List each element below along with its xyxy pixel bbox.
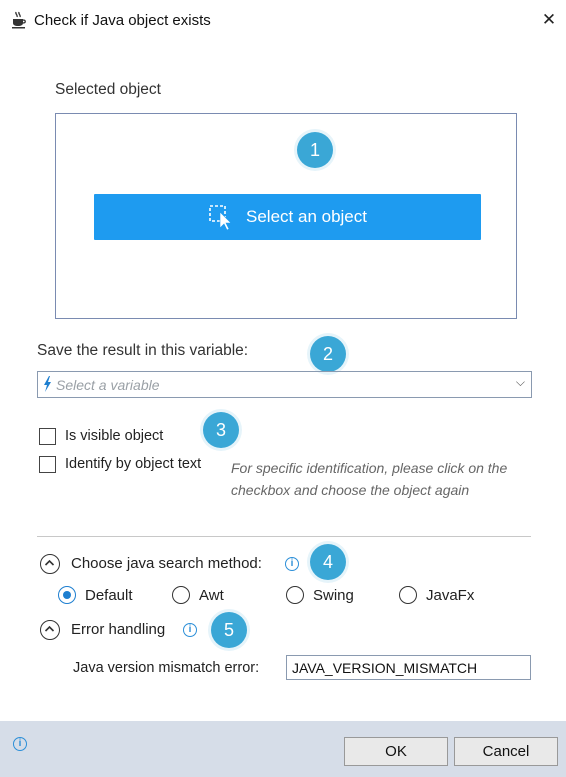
radio-javafx[interactable] xyxy=(399,586,417,604)
visible-object-label: Is visible object xyxy=(65,428,164,444)
mismatch-error-input[interactable] xyxy=(286,655,531,680)
collapse-search-method-icon[interactable] xyxy=(40,554,60,574)
mismatch-error-label: Java version mismatch error: xyxy=(73,660,260,676)
select-object-button[interactable]: Select an object xyxy=(94,194,481,240)
radio-awt[interactable] xyxy=(172,586,190,604)
step-badge-2: 2 xyxy=(310,336,346,372)
variable-dropdown[interactable]: Select a variable ⌵ xyxy=(37,371,532,398)
step-badge-1: 1 xyxy=(297,132,333,168)
identify-by-text-checkbox[interactable] xyxy=(39,456,56,473)
error-handling-info-icon[interactable]: i xyxy=(183,623,197,637)
selected-object-label: Selected object xyxy=(55,81,161,98)
select-cursor-icon xyxy=(209,205,232,230)
identify-by-text-label: Identify by object text xyxy=(65,456,202,472)
collapse-error-handling-icon[interactable] xyxy=(40,620,60,640)
step-badge-5: 5 xyxy=(211,612,247,648)
step-badge-3: 3 xyxy=(203,412,239,448)
java-cup-icon xyxy=(12,11,26,29)
section-divider xyxy=(37,536,531,537)
radio-default-label: Default xyxy=(85,587,133,604)
dialog-footer: i OK Cancel xyxy=(0,721,566,777)
search-method-label: Choose java search method: xyxy=(71,555,262,572)
search-method-info-icon[interactable]: i xyxy=(285,557,299,571)
select-object-label: Select an object xyxy=(246,207,367,226)
error-handling-label: Error handling xyxy=(71,621,166,638)
window-title: Check if Java object exists xyxy=(34,12,211,29)
radio-awt-label: Awt xyxy=(199,587,224,604)
radio-default[interactable] xyxy=(58,586,76,604)
cancel-button[interactable]: Cancel xyxy=(454,737,558,766)
radio-swing[interactable] xyxy=(286,586,304,604)
radio-swing-label: Swing xyxy=(313,587,354,604)
save-variable-label: Save the result in this variable: xyxy=(37,342,249,359)
help-info-icon[interactable]: i xyxy=(13,737,27,751)
chevron-down-icon: ⌵ xyxy=(515,375,525,389)
step-badge-4: 4 xyxy=(310,544,346,580)
variable-bolt-icon xyxy=(44,376,51,392)
title-bar: Check if Java object exists ✕ xyxy=(0,0,566,42)
ok-button[interactable]: OK xyxy=(344,737,448,766)
radio-javafx-label: JavaFx xyxy=(426,587,475,604)
variable-placeholder: Select a variable xyxy=(56,377,160,393)
close-button[interactable]: ✕ xyxy=(539,10,559,30)
identify-hint: For specific identification, please clic… xyxy=(231,460,508,498)
visible-object-checkbox[interactable] xyxy=(39,428,56,445)
